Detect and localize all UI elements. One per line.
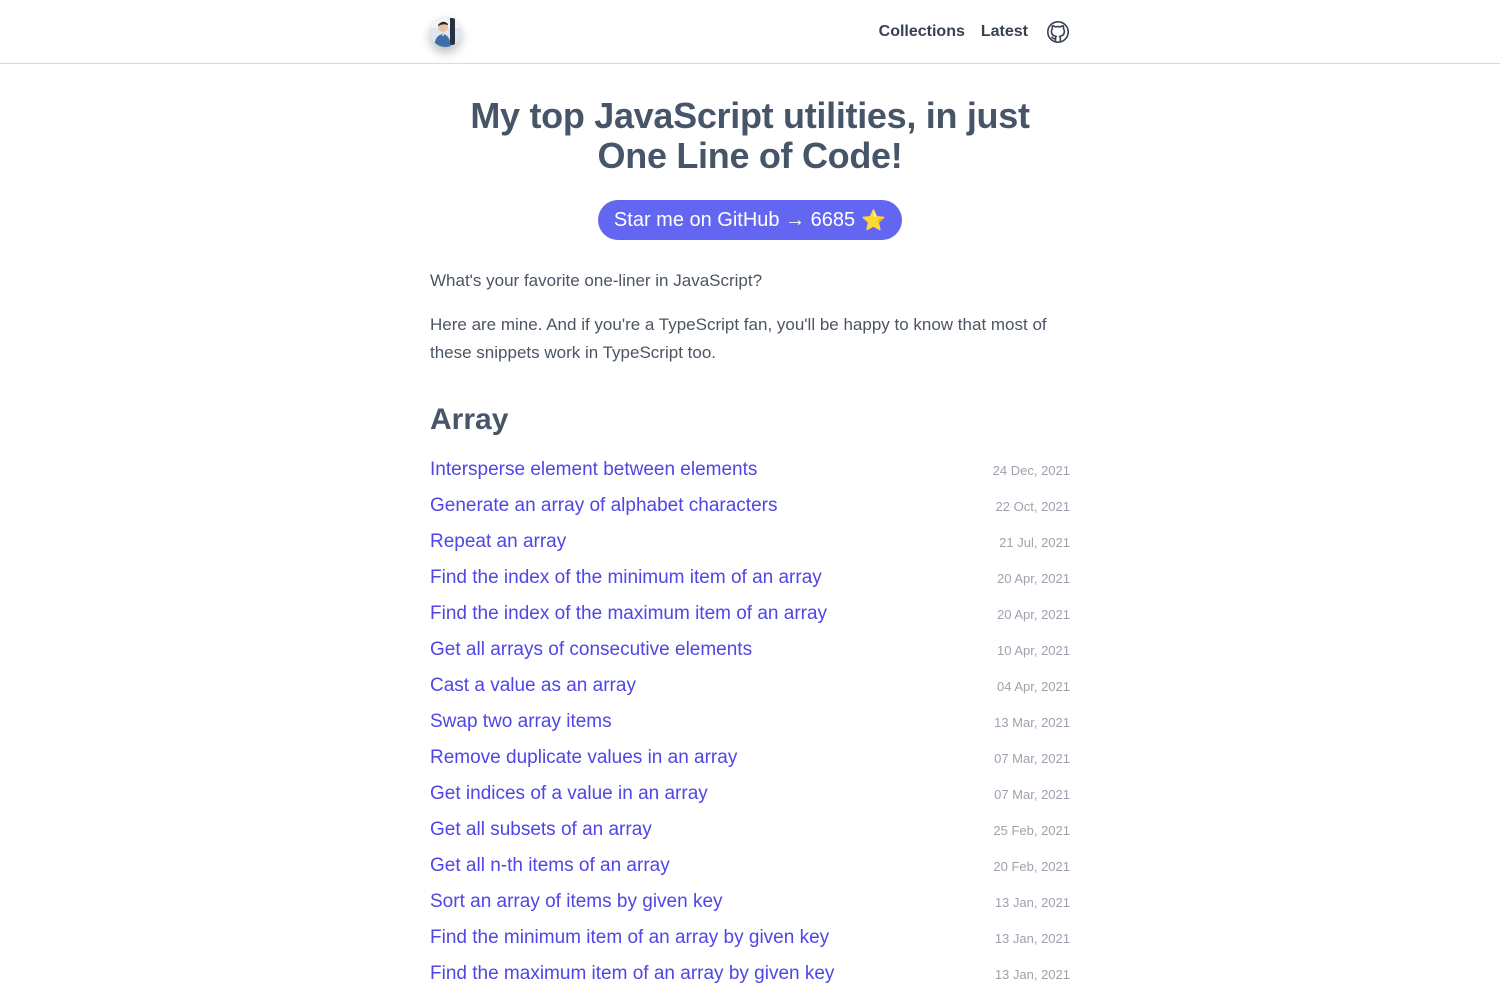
list-item: Intersperse element between elements 24 D… (430, 452, 1070, 488)
snippet-link[interactable]: Find the maximum item of an array by giv… (430, 963, 834, 985)
list-item: Get all arrays of consecutive elements 10… (430, 632, 1070, 668)
snippet-date: 07 Mar, 2021 (994, 750, 1070, 766)
intro-description: Here are mine. And if you're a TypeScrip… (430, 315, 1047, 362)
snippet-date: 20 Apr, 2021 (996, 606, 1070, 622)
section-title-array: Array (430, 403, 509, 436)
list-item: Find the index of the minimum item of an… (430, 560, 1070, 596)
snippet-date: 25 Feb, 2021 (993, 822, 1070, 838)
snippet-date: 07 Mar, 2021 (994, 786, 1070, 802)
avatar[interactable] (430, 16, 461, 47)
nav-latest-link[interactable]: Latest (981, 23, 1028, 41)
snippet-list: Intersperse element between elements 24 D… (430, 452, 1070, 992)
snippet-date: 20 Apr, 2021 (996, 570, 1070, 586)
snippet-link[interactable]: Get all subsets of an array (430, 819, 652, 841)
snippet-link[interactable]: Remove duplicate values in an array (430, 747, 737, 769)
snippet-link[interactable]: Repeat an array (430, 531, 566, 553)
page-title: My top JavaScript utilities, in just One… (430, 96, 1070, 176)
snippet-link[interactable]: Swap two array items (430, 711, 612, 733)
list-item: Remove duplicate values in an array 07 Ma… (430, 740, 1070, 776)
list-item: Cast a value as an array 04 Apr, 2021 (430, 668, 1070, 704)
page-title-line2: One Line of Code! (597, 135, 903, 176)
snippet-link[interactable]: Cast a value as an array (430, 675, 636, 697)
snippet-link[interactable]: Find the minimum item of an array by giv… (430, 927, 829, 949)
star-button-wrap: Star me on GitHub → 6685 ⭐ (430, 200, 1070, 240)
nav-collections-link[interactable]: Collections (879, 23, 965, 41)
snippet-date: 13 Jan, 2021 (994, 966, 1070, 982)
snippet-date: 13 Jan, 2021 (994, 930, 1070, 946)
page-title-line1: My top JavaScript utilities, in just (470, 95, 1030, 136)
list-item: Repeat an array 21 Jul, 2021 (430, 524, 1070, 560)
snippet-link[interactable]: Find the index of the maximum item of an… (430, 603, 827, 625)
snippet-link[interactable]: Sort an array of items by given key (430, 891, 723, 913)
snippet-date: 20 Feb, 2021 (993, 858, 1070, 874)
star-button-label: Star me on GitHub → 6685 (613, 208, 856, 231)
snippet-link[interactable]: Get all arrays of consecutive elements (430, 639, 752, 661)
snippet-date: 10 Apr, 2021 (996, 642, 1070, 658)
site-header: Collections Latest (0, 0, 1500, 64)
list-item: Swap two array items 13 Mar, 2021 (430, 704, 1070, 740)
list-item: Get all subsets of an array 25 Feb, 2021 (430, 812, 1070, 848)
list-item: Find the index of the maximum item of an… (430, 596, 1070, 632)
list-item: Get all n-th items of an array 20 Feb, 20… (430, 848, 1070, 884)
snippet-date: 13 Jan, 2021 (994, 894, 1070, 910)
snippet-date: 04 Apr, 2021 (996, 678, 1070, 694)
list-item: Generate an array of alphabet characters… (430, 488, 1070, 524)
snippet-link[interactable]: Intersperse element between elements (430, 459, 757, 481)
github-icon[interactable] (1046, 20, 1070, 44)
star-icon: ⭐ (861, 209, 887, 232)
snippet-link[interactable]: Get indices of a value in an array (430, 783, 708, 805)
list-item: Get indices of a value in an array 07 Mar… (430, 776, 1070, 812)
intro-question: What's your favorite one-liner in JavaSc… (430, 271, 763, 290)
snippet-link[interactable]: Find the index of the minimum item of an… (430, 567, 822, 589)
snippet-date: 22 Oct, 2021 (995, 498, 1070, 514)
top-nav: Collections Latest (879, 0, 1070, 64)
avatar-image (430, 16, 461, 47)
list-item: Find the minimum item of an array by giv… (430, 920, 1070, 956)
snippet-link[interactable]: Generate an array of alphabet characters (430, 495, 777, 517)
main-content: My top JavaScript utilities, in just One… (430, 64, 1070, 992)
star-on-github-button[interactable]: Star me on GitHub → 6685 ⭐ (597, 200, 903, 240)
list-item: Sort an array of items by given key 13 Ja… (430, 884, 1070, 920)
list-item: Find the maximum item of an array by giv… (430, 956, 1070, 992)
snippet-link[interactable]: Get all n-th items of an array (430, 855, 670, 877)
snippet-date: 21 Jul, 2021 (999, 534, 1070, 550)
snippet-date: 24 Dec, 2021 (992, 462, 1070, 478)
snippet-date: 13 Mar, 2021 (994, 714, 1070, 730)
